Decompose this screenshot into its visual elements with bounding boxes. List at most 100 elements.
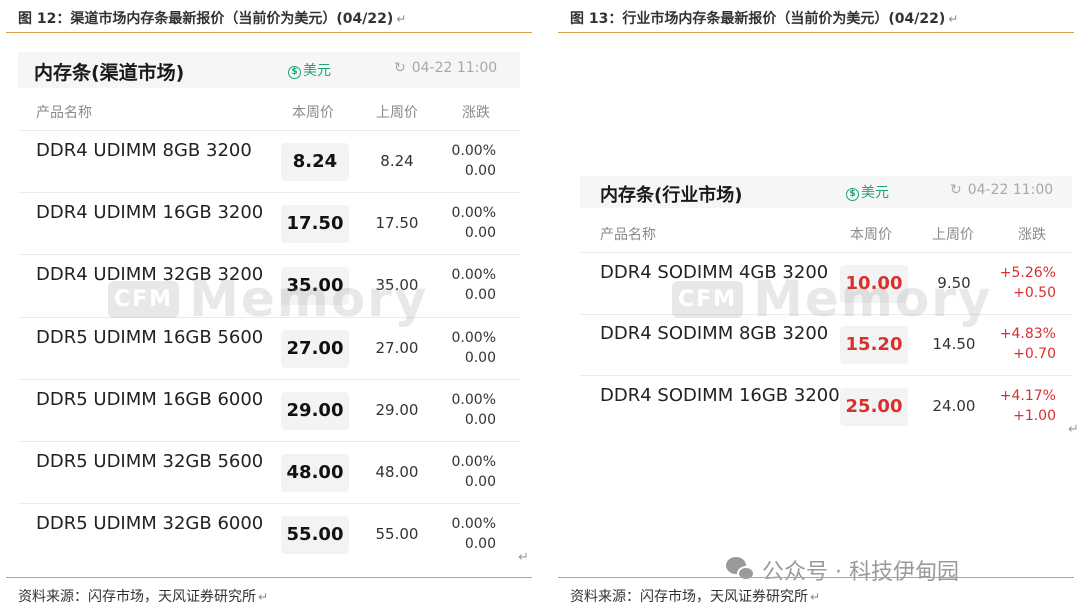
change-percent: 0.00% [451, 205, 496, 222]
return-mark: ↵ [396, 12, 407, 26]
product-name: DDR4 SODIMM 4GB 3200 [600, 261, 829, 283]
left-col-name: 产品名称 [36, 105, 92, 121]
right-figure-title: 图 13：行业市场内存条最新报价（当前价为美元）(04/22) ↵ [570, 8, 958, 28]
change-percent: +5.26% [999, 264, 1056, 281]
left-figure-title: 图 12：渠道市场内存条最新报价（当前价为美元）(04/22) ↵ [18, 8, 406, 28]
price-change: +5.26% +0.50 [986, 263, 1056, 303]
change-amount: +1.00 [1013, 407, 1056, 424]
change-percent: 0.00% [451, 329, 496, 346]
dollar-icon: $ [846, 188, 859, 201]
change-amount: 0.00 [464, 287, 496, 304]
table-row: DDR4 SODIMM 4GB 3200 10.00 9.50 +5.26% +0.50 [580, 252, 1072, 314]
previous-price: 35.00 [375, 276, 419, 295]
product-name: DDR5 UDIMM 16GB 5600 [36, 326, 264, 348]
current-price: 25.00 [840, 387, 908, 426]
product-name: DDR5 UDIMM 16GB 6000 [36, 388, 264, 410]
right-currency-label: $ 美元 [846, 182, 889, 202]
current-price: 17.50 [281, 205, 349, 244]
right-panel-title: 内存条(行业市场) [600, 185, 743, 206]
wechat-account-tag: 公众号 · 科技伊甸园 [726, 554, 959, 586]
dollar-icon: $ [288, 66, 301, 79]
refresh-icon[interactable]: ↻ [950, 182, 962, 198]
right-col-change: 涨跌 [1018, 227, 1046, 243]
previous-price: 14.50 [932, 335, 976, 354]
price-change: +4.83% +0.70 [986, 324, 1056, 364]
change-amount: 0.00 [464, 474, 496, 491]
change-percent: 0.00% [451, 267, 496, 284]
current-price: 35.00 [281, 267, 349, 306]
table-row: DDR4 SODIMM 8GB 3200 15.20 14.50 +4.83% +0.7… [580, 313, 1072, 376]
return-mark: ↵ [258, 590, 269, 604]
right-source-text: 资料来源：闪存市场，天风证券研究所 [570, 589, 808, 605]
previous-price: 29.00 [375, 400, 419, 419]
price-change: 0.00% 0.00 [426, 203, 496, 243]
current-price: 29.00 [281, 391, 349, 430]
wechat-tag-text: 公众号 · 科技伊甸园 [762, 560, 959, 585]
left-col-change: 涨跌 [462, 105, 490, 121]
right-update-time-text: 04-22 11:00 [967, 182, 1054, 198]
wechat-icon [726, 557, 756, 583]
price-change: 0.00% 0.00 [426, 141, 496, 181]
left-source-text: 资料来源：闪存市场，天风证券研究所 [18, 589, 256, 605]
right-col-previous: 上周价 [932, 227, 974, 243]
right-col-current: 本周价 [850, 227, 892, 243]
return-mark: ↵ [810, 590, 821, 604]
previous-price: 9.50 [937, 273, 971, 292]
price-change: 0.00% 0.00 [426, 390, 496, 430]
table-row: DDR5 UDIMM 32GB 6000 55.00 55.00 0.00% 0.00 [18, 503, 520, 565]
left-update-time-text: 04-22 11:00 [411, 60, 498, 76]
table-row: DDR5 UDIMM 32GB 5600 48.00 48.00 0.00% 0.00 [18, 441, 520, 503]
change-amount: 0.00 [464, 536, 496, 553]
change-amount: 0.00 [464, 163, 496, 180]
change-amount: 0.00 [464, 349, 496, 366]
right-col-name: 产品名称 [600, 227, 656, 243]
current-price: 8.24 [281, 143, 349, 182]
change-percent: +4.83% [999, 326, 1056, 343]
left-figure-title-text: 图 12：渠道市场内存条最新报价（当前价为美元）(04/22) [18, 11, 394, 27]
previous-price: 27.00 [375, 338, 419, 357]
product-name: DDR5 UDIMM 32GB 6000 [36, 513, 264, 535]
price-change: +4.17% +1.00 [986, 386, 1056, 426]
change-percent: 0.00% [451, 454, 496, 471]
change-percent: 0.00% [451, 143, 496, 160]
right-source: 资料来源：闪存市场，天风证券研究所 ↵ [570, 586, 820, 606]
previous-price: 17.50 [375, 214, 419, 233]
change-amount: +0.50 [1013, 284, 1056, 301]
right-update-time: ↻ 04-22 11:00 [950, 182, 1053, 198]
table-row: DDR4 UDIMM 16GB 3200 17.50 17.50 0.00% 0.00 [18, 192, 520, 254]
left-bottom-rule [6, 577, 532, 578]
left-col-previous: 上周价 [376, 105, 418, 121]
left-return-mark: ↵ [518, 550, 529, 565]
previous-price: 48.00 [375, 463, 419, 482]
left-currency-text: 美元 [303, 63, 331, 79]
product-name: DDR4 SODIMM 8GB 3200 [600, 323, 829, 345]
change-amount: 0.00 [464, 411, 496, 428]
product-name: DDR4 UDIMM 16GB 3200 [36, 202, 264, 224]
current-price: 15.20 [840, 326, 908, 365]
previous-price: 8.24 [380, 152, 414, 171]
table-row: DDR4 SODIMM 16GB 3200 25.00 24.00 +4.17% +1.… [580, 375, 1072, 437]
current-price: 10.00 [840, 264, 908, 303]
product-name: DDR5 UDIMM 32GB 5600 [36, 451, 264, 473]
change-amount: 0.00 [464, 225, 496, 242]
previous-price: 55.00 [375, 525, 419, 544]
right-panel-header: 内存条(行业市场) $ 美元 ↻ 04-22 11:00 [580, 176, 1072, 208]
table-row: DDR4 UDIMM 8GB 3200 8.24 8.24 0.00% 0.00 [18, 130, 520, 192]
price-change: 0.00% 0.00 [426, 328, 496, 368]
current-price: 27.00 [281, 329, 349, 368]
right-top-rule [558, 32, 1074, 33]
table-row: DDR5 UDIMM 16GB 5600 27.00 27.00 0.00% 0.00 [18, 316, 520, 379]
refresh-icon[interactable]: ↻ [394, 60, 406, 76]
change-percent: 0.00% [451, 516, 496, 533]
left-panel-title: 内存条(渠道市场) [34, 62, 185, 84]
table-row: DDR4 UDIMM 32GB 3200 35.00 35.00 0.00% 0.00 [18, 254, 520, 316]
left-top-rule [6, 32, 532, 33]
previous-price: 24.00 [932, 396, 976, 415]
left-col-current: 本周价 [292, 105, 334, 121]
price-change: 0.00% 0.00 [426, 514, 496, 554]
current-price: 48.00 [281, 454, 349, 493]
right-return-mark: ↵ [1068, 422, 1079, 437]
left-currency-label: $ 美元 [288, 60, 331, 80]
product-name: DDR4 UDIMM 8GB 3200 [36, 140, 252, 162]
left-source: 资料来源：闪存市场，天风证券研究所 ↵ [18, 586, 268, 606]
